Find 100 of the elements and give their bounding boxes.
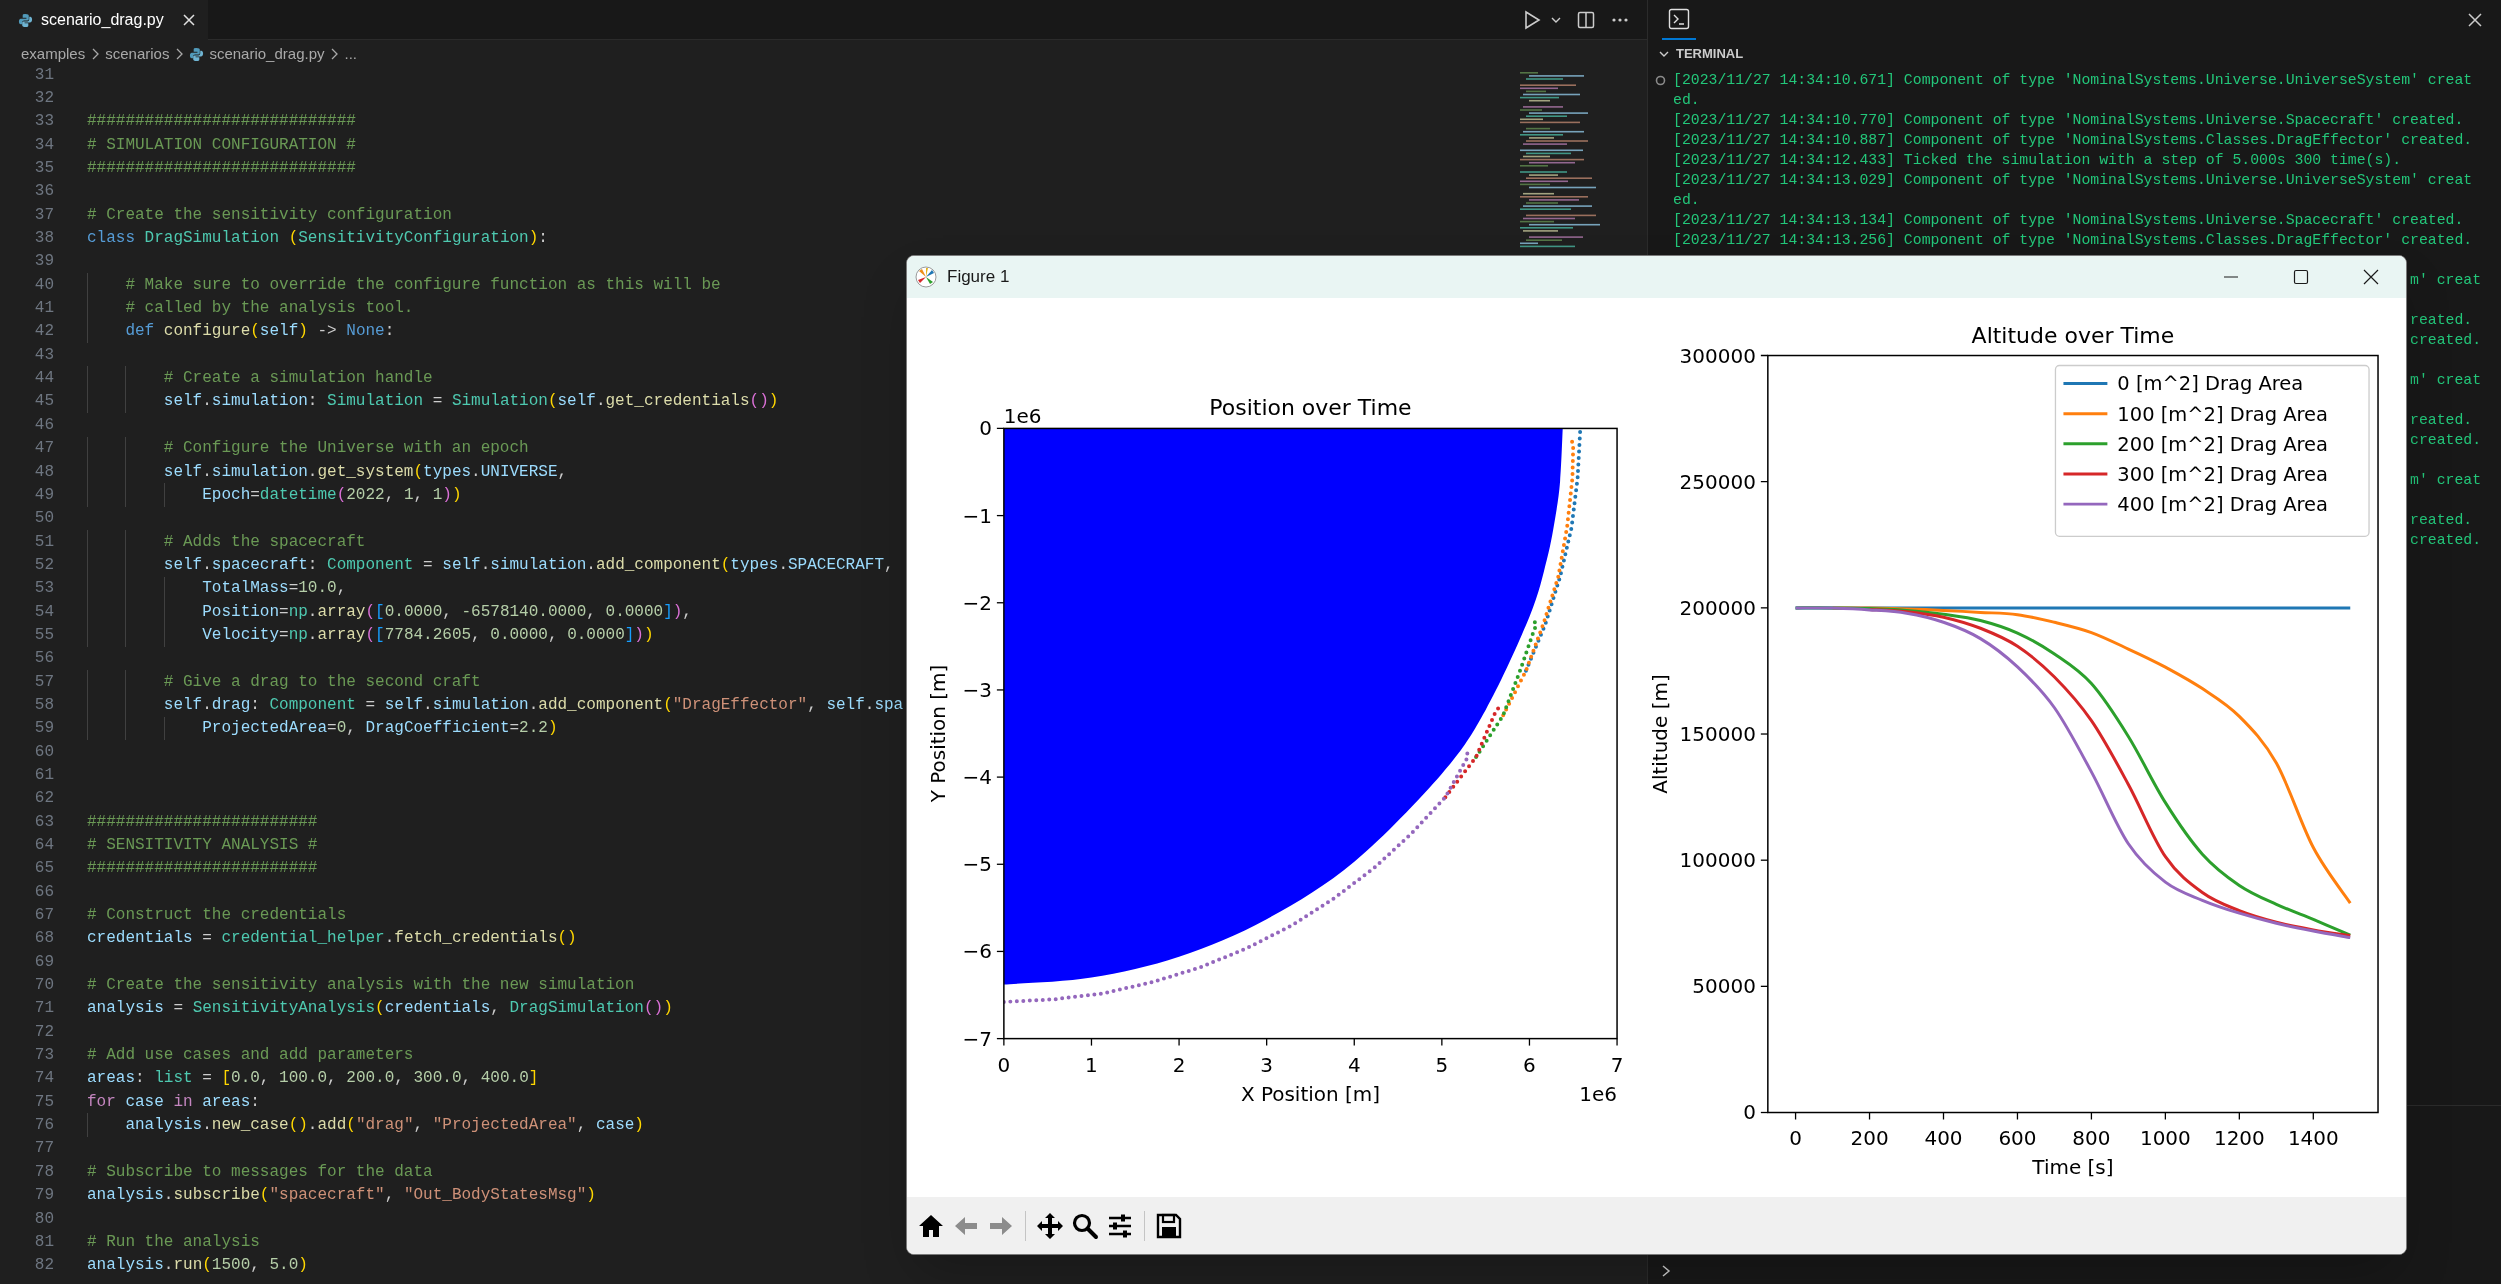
tick-label: 150000 <box>1679 722 1756 746</box>
editor-tab[interactable]: scenario_drag.py <box>0 0 208 40</box>
code-text: ) <box>586 1185 596 1207</box>
code-text: class <box>87 228 136 250</box>
line-number: 50 <box>33 508 54 530</box>
tick-label: 50000 <box>1692 974 1756 999</box>
terminal-line: ed. <box>1673 191 1700 210</box>
code-text: . <box>202 461 212 483</box>
code-text: = <box>327 718 337 740</box>
code-text: "spacecraft" <box>269 1185 385 1207</box>
code-text: . <box>163 1255 174 1277</box>
tick-mark <box>1528 1037 1531 1047</box>
code-text: , <box>327 1068 338 1090</box>
more-icon[interactable] <box>1611 16 1629 23</box>
tick-label: 4 <box>1347 1052 1361 1077</box>
code-text: self <box>259 321 299 343</box>
code-text: ############################ <box>87 111 356 133</box>
code-text: 0.0 <box>231 1068 260 1090</box>
tick-label: −2 <box>962 590 992 615</box>
code-text: . <box>202 391 212 413</box>
line-number: 80 <box>33 1208 54 1230</box>
search-icon[interactable] <box>1071 1211 1099 1240</box>
line-number: 67 <box>33 905 54 927</box>
terminal-line: reated. <box>2410 511 2473 530</box>
line-number: 76 <box>33 1115 54 1137</box>
line-number: 79 <box>33 1185 54 1207</box>
code-text: self <box>442 554 481 576</box>
tick-label: 800 <box>2072 1126 2111 1151</box>
code-text: ) <box>528 228 539 250</box>
split-editor-icon[interactable] <box>1577 10 1595 29</box>
code-text: self <box>163 461 203 483</box>
code-text: credentials <box>87 928 193 950</box>
code-text: ( <box>202 1255 212 1277</box>
code-text: , <box>250 1255 261 1277</box>
code-text: . <box>163 1185 174 1207</box>
tick-mark <box>1942 1111 1945 1121</box>
tick-label: −3 <box>962 677 992 702</box>
code-text: 0.0000 <box>567 624 625 646</box>
code-text: ) <box>451 484 462 506</box>
chevron-icon[interactable] <box>1660 1264 1672 1278</box>
line-number: 62 <box>33 788 54 810</box>
code-text: ( <box>365 601 376 623</box>
code-text: [ <box>221 1068 232 1090</box>
code-text: : <box>135 1068 146 1090</box>
tick-label: 1000 <box>2140 1126 2191 1151</box>
code-text: 0.0000 <box>605 601 664 623</box>
breadcrumb-item[interactable]: ... <box>344 42 357 66</box>
code-text: , <box>336 578 347 600</box>
caret-icon[interactable] <box>1551 15 1561 24</box>
code-text: ) <box>634 1115 644 1137</box>
breadcrumb-item[interactable]: scenarios <box>105 42 170 66</box>
code-text: . <box>307 461 318 483</box>
code-text: , <box>576 1115 588 1137</box>
breadcrumb-item[interactable]: scenario_drag.py <box>209 42 325 66</box>
close-icon[interactable] <box>2363 269 2379 285</box>
close-icon[interactable] <box>181 13 196 27</box>
line-number: 52 <box>33 554 54 576</box>
code-text: DragSimulation <box>509 998 644 1020</box>
tick-label: 5 <box>1435 1052 1449 1077</box>
code-text: () <box>643 998 664 1020</box>
move-icon[interactable] <box>1036 1211 1064 1240</box>
line-number: 81 <box>33 1231 54 1253</box>
code-text: = <box>288 578 299 600</box>
code-text: array <box>317 624 366 646</box>
line-number: 44 <box>33 368 54 390</box>
code-text: = <box>365 694 377 716</box>
line-number: 73 <box>33 1045 54 1067</box>
section-title[interactable]: TERMINAL <box>1676 44 1744 64</box>
code-text: def <box>125 321 156 343</box>
save-icon[interactable] <box>1155 1211 1183 1240</box>
maximize-icon[interactable] <box>2293 269 2309 285</box>
line-number: 48 <box>33 461 54 483</box>
tick-mark <box>2312 1111 2314 1121</box>
tick-label: 100000 <box>1679 848 1756 873</box>
breadcrumb-item[interactable]: examples <box>21 42 86 66</box>
code-text: 200.0 <box>346 1068 395 1090</box>
code-text: () <box>749 391 769 413</box>
code-text: = <box>202 928 213 950</box>
tick-mark <box>1441 1037 1443 1047</box>
code-text: Simulation <box>327 391 424 413</box>
code-text: datetime <box>259 484 337 506</box>
chevron-icon <box>90 47 101 61</box>
line-number: 46 <box>33 414 54 436</box>
tick-label: 6 <box>1523 1052 1536 1077</box>
terminal-line: m' creat <box>2410 471 2482 490</box>
line-number: 57 <box>33 671 54 693</box>
chart-title: Altitude over Time <box>1971 322 2175 348</box>
code-text: DragSimulation <box>144 228 281 250</box>
code-text: : <box>250 694 261 716</box>
code-text: , <box>547 624 559 646</box>
code-text: = <box>250 484 260 506</box>
code-text: TotalMass <box>202 578 289 600</box>
code-text: 7784.2605 <box>384 624 472 646</box>
tick-label: 1400 <box>2287 1126 2339 1151</box>
run-icon[interactable] <box>1523 9 1541 30</box>
line-number: 38 <box>33 228 54 250</box>
code-text: simulation <box>211 391 308 413</box>
code-text: SensitivityAnalysis <box>192 998 376 1020</box>
axis-label: X Position [m] <box>1240 1081 1381 1106</box>
line-number: 42 <box>33 321 54 343</box>
